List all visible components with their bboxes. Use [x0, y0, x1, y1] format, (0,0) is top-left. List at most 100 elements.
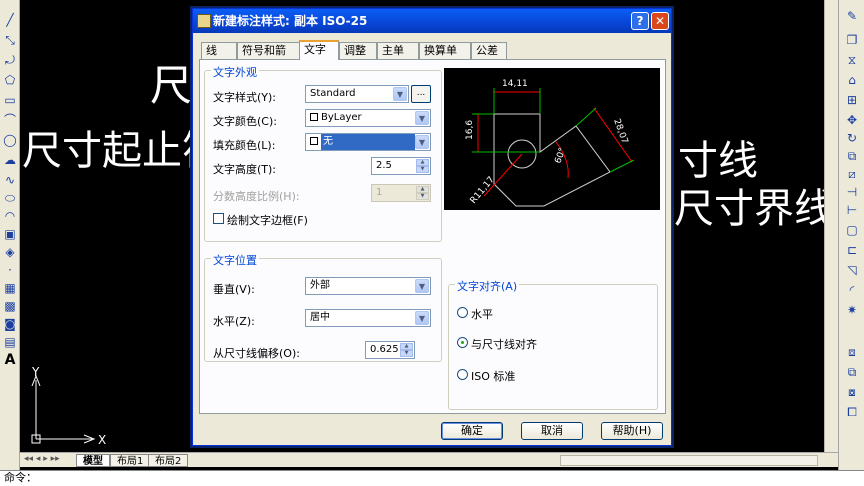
hatch-tool-icon[interactable]: ▦ [2, 280, 18, 296]
ok-button[interactable]: 确定 [441, 422, 503, 440]
spin-down-icon[interactable]: ▼ [400, 350, 413, 357]
table-tool-icon[interactable]: ▤ [2, 334, 18, 350]
horizontal-scrollbar[interactable] [560, 455, 818, 466]
spin-up-icon[interactable]: ▲ [400, 343, 413, 350]
dimension-preview: 14,11 16,6 28,07 60° R11,17 [444, 68, 660, 210]
tab-fit[interactable]: 调整 [339, 42, 377, 59]
horizontal-value: 居中 [310, 312, 330, 323]
break-tool-icon[interactable]: ▢ [844, 222, 860, 238]
explode-tool-icon[interactable]: ✷ [844, 302, 860, 318]
draw-order-icon[interactable]: ⧈ [844, 344, 860, 360]
rectangle-tool-icon[interactable]: ▭ [2, 92, 18, 108]
tab-lines[interactable]: 线 [201, 42, 237, 59]
layout-tab-layout2[interactable]: 布局2 [148, 454, 189, 467]
vertical-value: 外部 [310, 280, 330, 291]
offset-tool-icon[interactable]: ⌂ [844, 72, 860, 88]
point-tool-icon[interactable]: · [2, 262, 18, 278]
construction-line-icon[interactable]: ⤡ [2, 32, 18, 48]
join-tool-icon[interactable]: ⊏ [844, 242, 860, 258]
chevron-down-icon[interactable]: ▼ [415, 111, 429, 125]
horizontal-label: 水平(Z): [213, 315, 255, 328]
fraction-scale-spinner: 1 ▲ ▼ [371, 184, 431, 202]
move-tool-icon[interactable]: ✥ [844, 112, 860, 128]
trim-tool-icon[interactable]: ⊣ [844, 184, 860, 200]
circle-tool-icon[interactable]: ◯ [2, 132, 18, 148]
stretch-tool-icon[interactable]: ⧄ [844, 166, 860, 182]
text-height-spinner[interactable]: 2.5 ▲ ▼ [371, 157, 431, 175]
array-tool-icon[interactable]: ⊞ [844, 92, 860, 108]
send-back-icon[interactable]: ⧇ [844, 384, 860, 400]
gradient-tool-icon[interactable]: ▩ [2, 298, 18, 314]
bring-front-icon[interactable]: ⧉ [844, 364, 860, 380]
tab-primary-units[interactable]: 主单位 [377, 42, 419, 73]
mirror-tool-icon[interactable]: ⧖ [844, 52, 860, 68]
insert-block-icon[interactable]: ▣ [2, 226, 18, 242]
align-iso-radio[interactable] [457, 369, 468, 380]
vertical-scrollbar[interactable] [824, 0, 838, 455]
fillet-tool-icon[interactable]: ◜ [844, 282, 860, 298]
text-color-value: ByLayer [321, 112, 362, 123]
tab-tolerances[interactable]: 公差 [471, 42, 507, 59]
cancel-button[interactable]: 取消 [521, 422, 583, 440]
preview-dim-width: 14,11 [502, 79, 528, 89]
ellipse-tool-icon[interactable]: ⬭ [2, 190, 18, 206]
tab-text[interactable]: 文字 [299, 40, 339, 60]
command-line[interactable]: 命令： [0, 470, 864, 486]
align-with-dimline-radio[interactable] [457, 337, 468, 348]
dialog-titlebar[interactable]: 新建标注样式: 副本 ISO-25 ? ✕ [193, 9, 671, 33]
revcloud-tool-icon[interactable]: ☁ [2, 152, 18, 168]
region-tool-icon[interactable]: ◙ [2, 316, 18, 332]
close-icon[interactable]: ✕ [651, 12, 669, 30]
chevron-down-icon[interactable]: ▼ [415, 135, 429, 149]
chevron-down-icon[interactable]: ▼ [415, 279, 429, 293]
preview-dim-angle: 60° [553, 147, 568, 165]
multiline-text-icon[interactable]: A [2, 352, 18, 368]
draw-frame-checkbox[interactable] [213, 213, 224, 224]
vertical-select[interactable]: 外部 ▼ [305, 277, 431, 295]
offset-spinner[interactable]: 0.625 ▲ ▼ [365, 341, 415, 359]
spin-down-icon[interactable]: ▼ [416, 166, 429, 173]
text-style-select[interactable]: Standard ▼ [305, 85, 409, 103]
scale-tool-icon[interactable]: ⧉ [844, 148, 860, 164]
layout-tab-bar: ◂◂ ◂ ▸ ▸▸ 模型 布局1 布局2 [20, 452, 838, 467]
layout-tab-layout1[interactable]: 布局1 [110, 454, 151, 467]
help-icon[interactable]: ? [631, 12, 649, 30]
text-front-icon[interactable]: ⧠ [844, 404, 860, 420]
ellipse-arc-tool-icon[interactable]: ◠ [2, 208, 18, 224]
fill-color-select[interactable]: 无 ▼ [305, 133, 431, 151]
text-alignment-group: 文字对齐(A) 水平 与尺寸线对齐 ISO 标准 [448, 278, 658, 410]
align-horizontal-radio[interactable] [457, 307, 468, 318]
spin-up-icon[interactable]: ▲ [416, 159, 429, 166]
polygon-tool-icon[interactable]: ⬠ [2, 72, 18, 88]
text-color-select[interactable]: ByLayer ▼ [305, 109, 431, 127]
line-tool-icon[interactable]: ╱ [2, 12, 18, 28]
text-style-value: Standard [310, 88, 356, 99]
fill-color-label: 填充颜色(L): [213, 139, 276, 152]
text-color-swatch [310, 113, 318, 121]
layout-tab-model[interactable]: 模型 [76, 454, 110, 467]
tab-alternate-units[interactable]: 换算单位 [419, 42, 471, 73]
spline-tool-icon[interactable]: ∿ [2, 172, 18, 188]
text-alignment-title: 文字对齐(A) [455, 278, 520, 294]
chamfer-tool-icon[interactable]: ◹ [844, 262, 860, 278]
rotate-tool-icon[interactable]: ↻ [844, 130, 860, 146]
copy-tool-icon[interactable]: ❐ [844, 32, 860, 48]
help-button[interactable]: 帮助(H) [601, 422, 663, 440]
chevron-down-icon[interactable]: ▼ [393, 87, 407, 101]
extend-tool-icon[interactable]: ⊢ [844, 202, 860, 218]
tab-symbols-arrows[interactable]: 符号和箭头 [237, 42, 301, 73]
text-height-value: 2.5 [376, 160, 392, 171]
tab-nav-arrows-icon[interactable]: ◂◂ ◂ ▸ ▸▸ [24, 454, 60, 464]
preview-dim-radius: R11,17 [469, 175, 497, 206]
erase-tool-icon[interactable]: ✎ [844, 8, 860, 24]
draw-frame-label: 绘制文字边框(F) [227, 214, 308, 227]
chevron-down-icon[interactable]: ▼ [415, 311, 429, 325]
browse-text-style-button[interactable]: ... [411, 85, 431, 103]
arc-tool-icon[interactable]: ⌒ [2, 112, 18, 128]
align-horizontal-label: 水平 [471, 308, 493, 321]
fraction-scale-value: 1 [376, 187, 383, 198]
polyline-tool-icon[interactable]: ⤾ [2, 52, 18, 68]
horizontal-select[interactable]: 居中 ▼ [305, 309, 431, 327]
make-block-icon[interactable]: ◈ [2, 244, 18, 260]
modify-toolbar: ✎ ❐ ⧖ ⌂ ⊞ ✥ ↻ ⧉ ⧄ ⊣ ⊢ ▢ ⊏ ◹ ◜ ✷ ⧈ ⧉ ⧇ ⧠ [838, 0, 864, 470]
